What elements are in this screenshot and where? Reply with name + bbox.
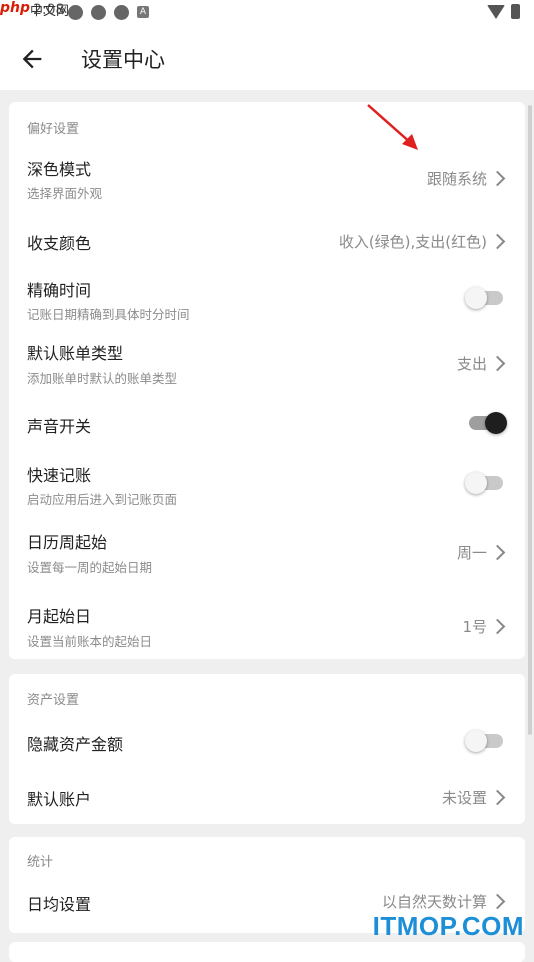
month-start-value: 1号 <box>462 618 487 636</box>
dark-mode-sub: 选择界面外观 <box>27 186 103 201</box>
page-title: 设置中心 <box>81 48 165 72</box>
hide-amount-label: 隐藏资产金额 <box>27 735 124 754</box>
watermark-logo: php <box>0 0 31 16</box>
app-bar: 设置中心 <box>0 28 534 90</box>
default-bill-type-label: 默认账单类型 <box>27 344 124 363</box>
precise-time-switch[interactable] <box>465 287 503 309</box>
notification-icon <box>114 5 129 20</box>
week-start-label: 日历周起始 <box>27 533 108 552</box>
annotation-arrow-icon <box>367 104 418 150</box>
dark-mode-row[interactable]: 深色模式 选择界面外观 跟随系统 <box>9 146 525 208</box>
hide-amount-row: 隐藏资产金额 <box>9 714 525 766</box>
daily-avg-value: 以自然天数计算 <box>381 893 487 911</box>
month-start-sub: 设置当前账本的起始日 <box>27 634 153 649</box>
switch-knob <box>465 472 487 494</box>
month-start-label: 月起始日 <box>27 607 92 626</box>
watermark-bottom: ITMOP.COM <box>372 911 524 941</box>
default-account-value: 未设置 <box>441 789 487 807</box>
precise-time-row: 精确时间 记账日期精确到具体时分时间 <box>9 270 525 332</box>
default-bill-type-sub: 添加账单时默认的账单类型 <box>27 371 178 386</box>
notification-app-icon: A <box>137 6 149 18</box>
battery-icon <box>511 4 520 19</box>
next-card <box>9 942 525 962</box>
section-title-stats: 统计 <box>27 855 54 870</box>
dark-mode-label: 深色模式 <box>27 160 92 179</box>
chevron-right-icon <box>489 170 506 187</box>
scrollbar[interactable] <box>528 105 532 735</box>
default-account-label: 默认账户 <box>27 790 92 809</box>
preferences-card: 偏好设置 深色模式 选择界面外观 跟随系统 收支颜色 收入(绿色),支出(红色)… <box>9 102 525 659</box>
week-start-row[interactable]: 日历周起始 设置每一周的起始日期 周一 <box>9 520 525 588</box>
back-arrow-icon[interactable] <box>18 45 46 73</box>
week-start-sub: 设置每一周的起始日期 <box>27 560 153 575</box>
section-title-assets: 资产设置 <box>27 693 80 708</box>
chevron-right-icon <box>489 355 506 372</box>
quick-record-sub: 启动应用后进入到记账页面 <box>27 492 178 507</box>
chevron-right-icon <box>489 544 506 561</box>
notification-icons: A <box>68 5 149 20</box>
default-account-row[interactable]: 默认账户 未设置 <box>9 766 525 822</box>
sound-label: 声音开关 <box>27 417 92 436</box>
hide-amount-switch[interactable] <box>465 730 503 752</box>
daily-avg-label: 日均设置 <box>27 895 92 914</box>
switch-knob <box>465 730 487 752</box>
watermark-text: 中文网 <box>30 4 70 19</box>
chevron-right-icon <box>489 789 506 806</box>
precise-time-sub: 记账日期精确到具体时分时间 <box>27 307 190 322</box>
income-color-value: 收入(绿色),支出(红色) <box>338 233 487 251</box>
dark-mode-value: 跟随系统 <box>426 170 487 188</box>
income-color-row[interactable]: 收支颜色 收入(绿色),支出(红色) <box>9 208 525 270</box>
notification-icon <box>68 5 83 20</box>
sound-row: 声音开关 <box>9 396 525 452</box>
precise-time-label: 精确时间 <box>27 281 92 300</box>
quick-record-label: 快速记账 <box>27 466 92 485</box>
quick-record-switch[interactable] <box>465 472 503 494</box>
assets-card: 资产设置 隐藏资产金额 默认账户 未设置 <box>9 674 525 824</box>
wifi-icon <box>487 4 505 19</box>
sound-switch[interactable] <box>469 412 507 434</box>
income-color-label: 收支颜色 <box>27 234 92 253</box>
chevron-right-icon <box>489 618 506 635</box>
month-start-row[interactable]: 月起始日 设置当前账本的起始日 1号 <box>9 588 525 658</box>
default-bill-type-value: 支出 <box>456 355 487 373</box>
default-bill-type-row[interactable]: 默认账单类型 添加账单时默认的账单类型 支出 <box>9 332 525 396</box>
week-start-value: 周一 <box>456 544 487 562</box>
status-bar: 2:08 php 中文网 A <box>0 0 534 28</box>
status-right <box>487 4 520 19</box>
chevron-right-icon <box>489 893 506 910</box>
switch-knob <box>465 287 487 309</box>
chevron-right-icon <box>489 233 506 250</box>
section-title-preferences: 偏好设置 <box>27 122 80 137</box>
quick-record-row: 快速记账 启动应用后进入到记账页面 <box>9 452 525 520</box>
switch-knob <box>485 412 507 434</box>
notification-icon <box>91 5 106 20</box>
